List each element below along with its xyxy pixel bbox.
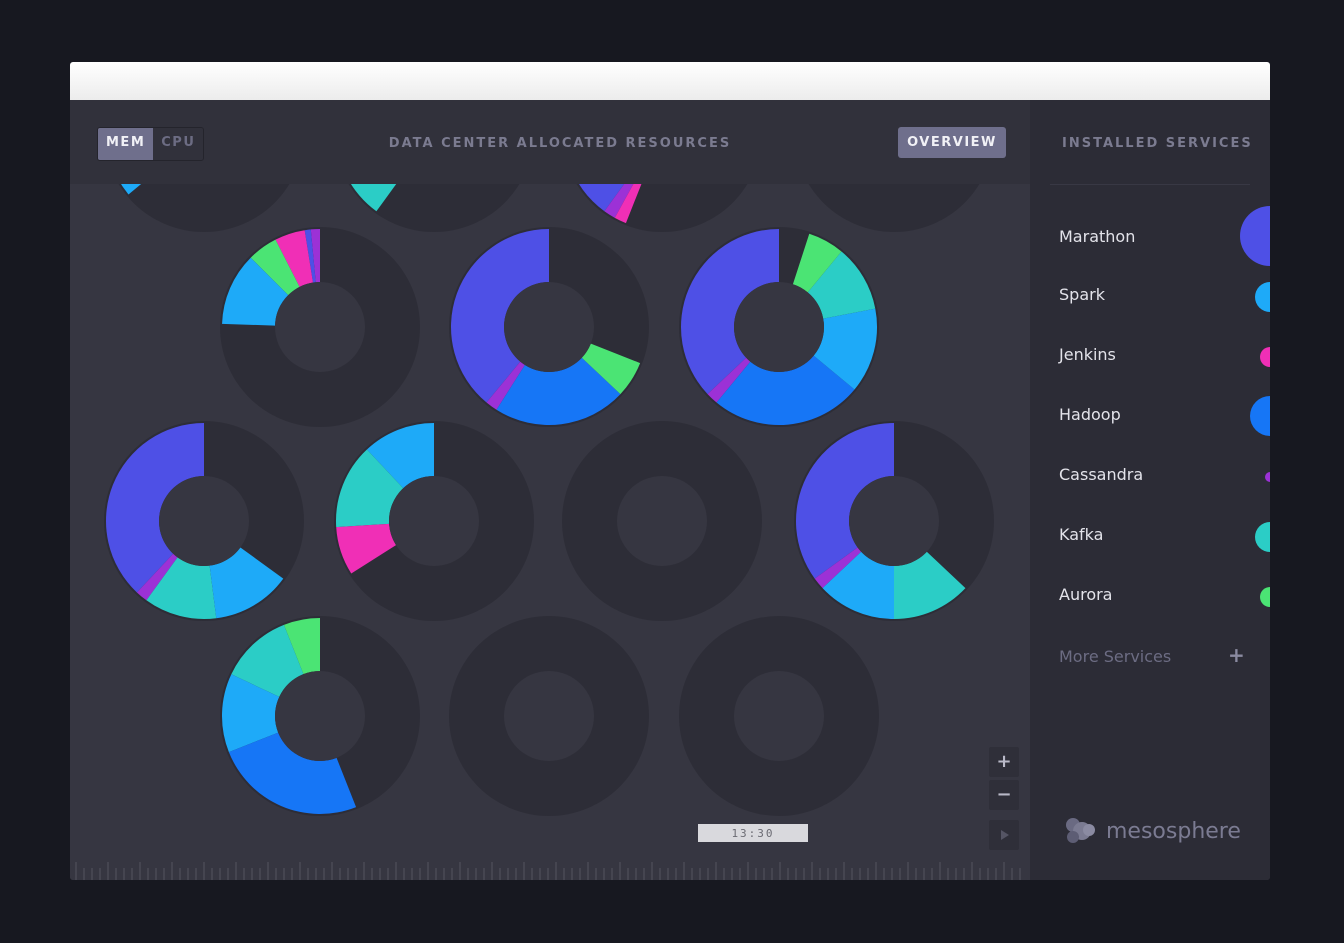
- mesosphere-logo-icon: [1066, 818, 1095, 843]
- zoom-out-button[interactable]: −: [989, 780, 1019, 810]
- play-button[interactable]: [989, 820, 1019, 850]
- window-titlebar: [70, 62, 1270, 100]
- service-color-dot: [1260, 587, 1270, 607]
- node-hole: [275, 282, 365, 372]
- node-donut[interactable]: [334, 421, 534, 621]
- service-name: Kafka: [1059, 525, 1104, 544]
- node-hole: [275, 671, 365, 761]
- divider: [1050, 184, 1250, 185]
- service-name: Aurora: [1059, 585, 1113, 604]
- node-hole: [504, 282, 594, 372]
- service-name: Jenkins: [1059, 345, 1116, 364]
- node-donut[interactable]: [220, 616, 420, 816]
- more-services-link[interactable]: More Services: [1059, 647, 1171, 666]
- service-color-dot: [1265, 472, 1270, 482]
- node-donut[interactable]: [679, 616, 879, 816]
- brand-logo: mesosphere: [1062, 815, 1241, 847]
- sidebar-title: INSTALLED SERVICES: [1062, 136, 1253, 151]
- node-donut[interactable]: [449, 616, 649, 816]
- service-item-kafka[interactable]: Kafka: [1059, 521, 1270, 552]
- node-hole: [734, 671, 824, 761]
- brand-name: mesosphere: [1106, 818, 1241, 844]
- plus-icon[interactable]: +: [1228, 643, 1245, 667]
- cpu-toggle-button[interactable]: CPU: [153, 128, 204, 160]
- service-item-jenkins[interactable]: Jenkins: [1059, 341, 1270, 371]
- service-item-aurora[interactable]: Aurora: [1059, 581, 1270, 611]
- service-name: Marathon: [1059, 227, 1136, 246]
- resource-toggle: MEM CPU: [97, 127, 205, 161]
- zoom-in-button[interactable]: +: [989, 747, 1019, 777]
- page-title: DATA CENTER ALLOCATED RESOURCES: [388, 136, 732, 151]
- service-color-dot: [1250, 396, 1270, 436]
- service-name: Spark: [1059, 285, 1105, 304]
- service-name: Cassandra: [1059, 465, 1144, 484]
- play-icon: [1001, 830, 1009, 840]
- top-toolbar: MEM CPU DATA CENTER ALLOCATED RESOURCES …: [70, 100, 1030, 184]
- service-name: Hadoop: [1059, 405, 1121, 424]
- services-sidebar: INSTALLED SERVICES Marathon Spark Jenkin…: [1030, 100, 1270, 880]
- node-donut[interactable]: [104, 421, 304, 621]
- node-donut[interactable]: [562, 421, 762, 621]
- time-label[interactable]: 13:30: [698, 824, 808, 842]
- service-color-dot: [1255, 522, 1270, 552]
- node-hole: [734, 282, 824, 372]
- service-item-hadoop[interactable]: Hadoop: [1059, 396, 1270, 436]
- overview-button[interactable]: OVERVIEW: [898, 127, 1006, 158]
- node-hole: [849, 476, 939, 566]
- service-color-dot: [1255, 282, 1270, 312]
- resource-view: MEM CPU DATA CENTER ALLOCATED RESOURCES …: [70, 100, 1030, 880]
- service-item-marathon[interactable]: Marathon: [1059, 206, 1270, 266]
- node-donut[interactable]: [794, 421, 994, 621]
- node-donut[interactable]: [679, 227, 879, 427]
- service-color-dot: [1240, 206, 1270, 266]
- node-donut[interactable]: [220, 227, 420, 427]
- service-color-dot: [1260, 347, 1270, 367]
- node-hole: [159, 476, 249, 566]
- service-item-spark[interactable]: Spark: [1059, 281, 1270, 312]
- node-hole: [504, 671, 594, 761]
- timeline-scrubber[interactable]: [70, 858, 1030, 880]
- node-map[interactable]: [70, 100, 1030, 860]
- mem-toggle-button[interactable]: MEM: [98, 128, 154, 160]
- app-window: MEM CPU DATA CENTER ALLOCATED RESOURCES …: [70, 62, 1270, 880]
- node-donut[interactable]: [449, 227, 649, 427]
- service-item-cassandra[interactable]: Cassandra: [1059, 461, 1270, 491]
- node-hole: [617, 476, 707, 566]
- node-hole: [389, 476, 479, 566]
